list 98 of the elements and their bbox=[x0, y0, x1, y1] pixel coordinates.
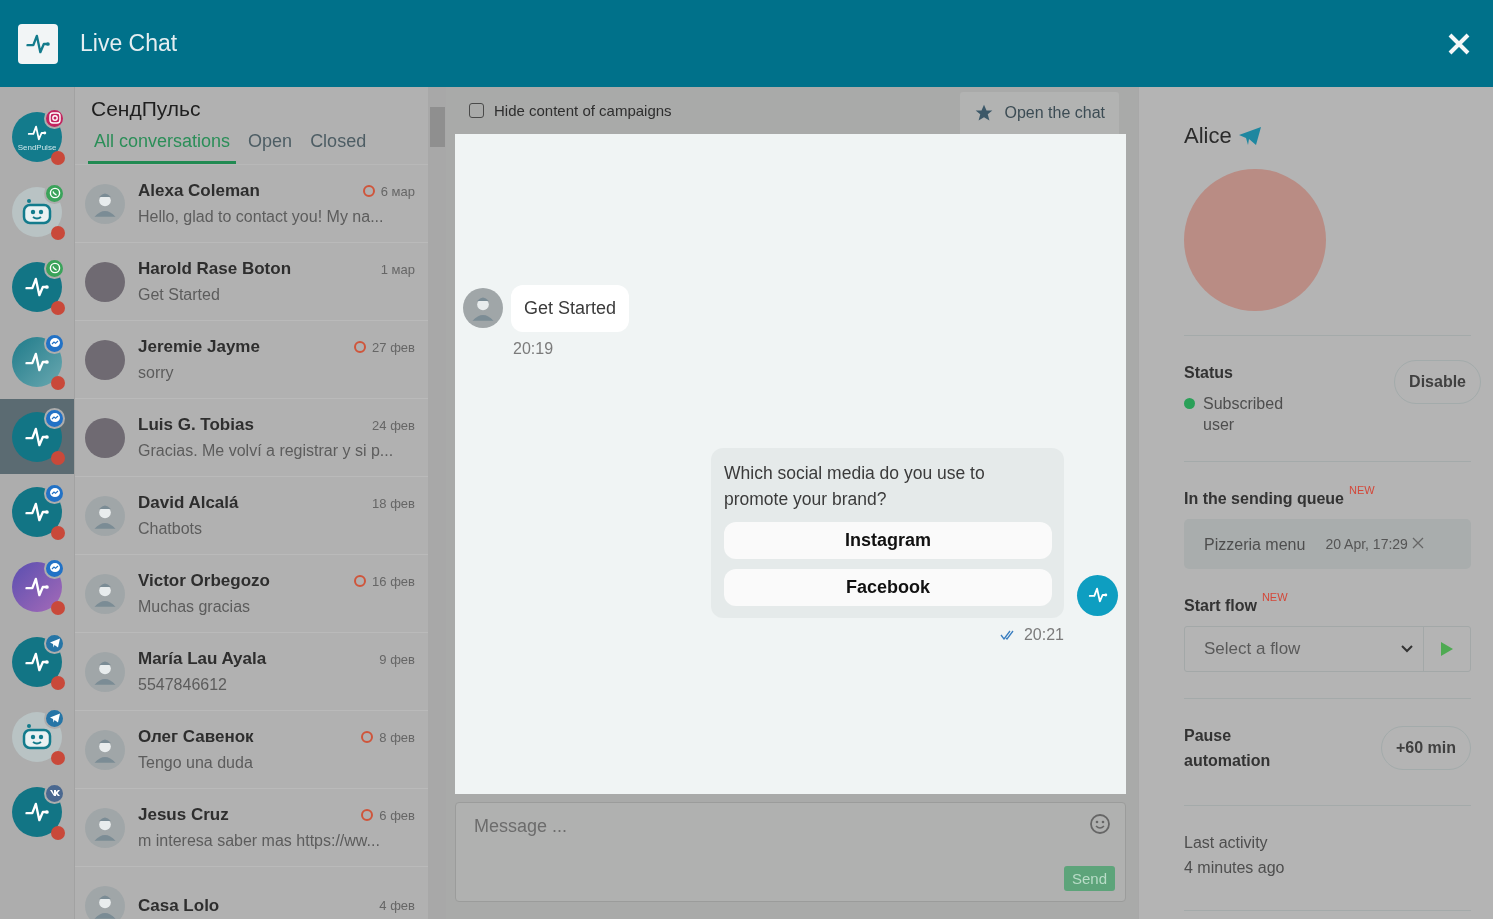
vk-icon bbox=[48, 787, 61, 799]
status-dot bbox=[51, 225, 65, 240]
conversation-date: 18 фев bbox=[372, 495, 415, 511]
chat-bubble-icon bbox=[48, 487, 61, 499]
status-dot bbox=[51, 825, 65, 840]
conversation-row[interactable]: Олег Савенок 8 фев Tengo una duda bbox=[75, 711, 428, 789]
conversation-date: 1 мар bbox=[380, 261, 415, 277]
message-preview: Hello, glad to contact you! My na... bbox=[138, 208, 385, 226]
conversation-row[interactable]: Casa Lolo 4 фев bbox=[75, 867, 428, 919]
conversation-date: 24 фев bbox=[372, 417, 415, 433]
contact-name: Alice bbox=[1184, 123, 1232, 149]
status-value: Subscribed user bbox=[1203, 394, 1285, 435]
filter-tab[interactable]: Open bbox=[242, 129, 299, 164]
activity-value: 4 minutes ago bbox=[1184, 858, 1286, 878]
conversation-row[interactable]: Jeremie Jayme 27 фев sorry bbox=[75, 321, 428, 399]
phone-bubble-icon bbox=[48, 262, 61, 274]
message-time: 20:21 bbox=[1023, 625, 1064, 644]
conversation-row[interactable]: Alexa Coleman 6 мар Hello, glad to contact you! My na... bbox=[75, 165, 428, 243]
paper-plane-icon bbox=[48, 712, 61, 724]
queue-time: 20 Apr, 17:29 bbox=[1325, 536, 1408, 552]
chevron-down-icon bbox=[1401, 645, 1413, 653]
status-dot bbox=[51, 300, 65, 315]
message-preview: Chatbots bbox=[138, 520, 204, 538]
logo-caption: SendPulse bbox=[17, 143, 57, 152]
paper-plane-icon bbox=[1237, 126, 1262, 146]
conversation-row[interactable]: David Alcalá 18 фев Chatbots bbox=[75, 477, 428, 555]
queue-item: Pizzeria menu bbox=[1204, 534, 1306, 555]
smiley-icon[interactable] bbox=[1089, 813, 1111, 835]
message-preview: sorry bbox=[138, 364, 175, 382]
phone-bubble-icon bbox=[48, 187, 61, 199]
contact-name: David Alcalá bbox=[138, 493, 240, 513]
paper-plane-icon bbox=[48, 637, 61, 649]
contact-name: Luis G. Tobias bbox=[138, 415, 255, 435]
conversation-date: 16 фев bbox=[372, 573, 415, 589]
status-label: Status bbox=[1184, 363, 1234, 383]
message-preview: 5547846612 bbox=[138, 676, 228, 694]
status-dot bbox=[51, 150, 65, 165]
conversation-row[interactable]: Victor Orbegozo 16 фев Muchas gracias bbox=[75, 555, 428, 633]
conversation-date: 6 мар bbox=[380, 183, 415, 199]
play-icon bbox=[1440, 641, 1454, 657]
status-dot bbox=[51, 750, 65, 765]
inbox-title: СендПульс bbox=[90, 96, 202, 121]
message-preview: Tengo una duda bbox=[138, 754, 254, 772]
chat-bubble-icon bbox=[48, 412, 61, 424]
robot-icon bbox=[21, 197, 53, 226]
new-label: NEW bbox=[1261, 591, 1288, 603]
hide-campaigns-checkbox[interactable]: Hide content of campaigns bbox=[469, 102, 672, 119]
open-chat-button[interactable]: Open the chat bbox=[960, 92, 1119, 134]
activity-label: Last activity bbox=[1184, 833, 1269, 853]
photo-placeholder bbox=[85, 339, 125, 380]
robot-icon bbox=[21, 722, 53, 751]
filter-tab[interactable]: Closed bbox=[304, 129, 373, 164]
conversation-date: 4 фев bbox=[379, 898, 415, 913]
message-preview: Muchas gracias bbox=[138, 598, 252, 616]
conversation-date: 8 фев bbox=[379, 729, 415, 745]
status-dot bbox=[51, 675, 65, 690]
channel-item[interactable]: SendPulse bbox=[0, 99, 74, 174]
quick-reply-button[interactable]: Instagram bbox=[724, 521, 1052, 559]
conversation-row[interactable]: Jesus Cruz 6 фев m interesa saber mas https://ww... bbox=[75, 789, 428, 867]
conversation-date: 6 фев bbox=[379, 807, 415, 823]
contact-name: Олег Савенок bbox=[138, 727, 255, 747]
message-bubble: Get Started bbox=[511, 284, 630, 332]
message-input[interactable]: Message ... bbox=[472, 815, 1032, 838]
camera-icon bbox=[48, 112, 61, 124]
conversation-date: 27 фев bbox=[372, 339, 415, 355]
close-icon bbox=[1447, 31, 1471, 56]
flow-heading: Start flow bbox=[1184, 596, 1257, 616]
message-text: Which social media do you use to promote your brand? bbox=[724, 461, 986, 511]
contact-name: Victor Orbegozo bbox=[138, 571, 271, 591]
message-preview: Gracias. Me volví a registrar y si p... bbox=[138, 442, 395, 460]
conversation-row[interactable]: María Lau Ayala 9 фев 5547846612 bbox=[75, 633, 428, 711]
contact-name: Jeremie Jayme bbox=[138, 337, 261, 357]
message-time: 20:19 bbox=[513, 339, 554, 358]
photo-placeholder bbox=[85, 261, 125, 302]
chat-bubble-icon bbox=[48, 562, 61, 574]
conversation-row[interactable]: Harold Rase Boton 1 мар Get Started bbox=[75, 243, 428, 321]
header-title: Live Chat bbox=[80, 30, 178, 57]
contact-name: María Lau Ayala bbox=[138, 649, 268, 669]
contact-name: Alexa Coleman bbox=[138, 181, 261, 201]
status-dot bbox=[51, 525, 65, 540]
message-preview: Get Started bbox=[138, 286, 221, 304]
conversation-date: 9 фев bbox=[379, 651, 415, 667]
close-icon bbox=[1411, 537, 1424, 549]
message-preview: m interesa saber mas https://ww... bbox=[138, 832, 381, 850]
chat-bubble-icon bbox=[48, 337, 61, 349]
scrollbar[interactable] bbox=[428, 87, 446, 919]
quick-reply-button[interactable]: Facebook bbox=[724, 568, 1052, 606]
new-label: NEW bbox=[1349, 484, 1375, 496]
photo-placeholder bbox=[85, 417, 125, 458]
pause-label: Pause automation bbox=[1184, 726, 1272, 771]
status-dot bbox=[51, 375, 65, 390]
contact-name: Jesus Cruz bbox=[138, 805, 230, 825]
contact-name: Harold Rase Boton bbox=[138, 259, 293, 279]
conversation-row[interactable]: Luis G. Tobias 24 фев Gracias. Me volví a registrar y si p... bbox=[75, 399, 428, 477]
contact-name: Casa Lolo bbox=[138, 895, 221, 916]
queue-heading: In the sending queue bbox=[1184, 489, 1344, 509]
status-dot bbox=[51, 600, 65, 615]
status-dot bbox=[51, 450, 65, 465]
